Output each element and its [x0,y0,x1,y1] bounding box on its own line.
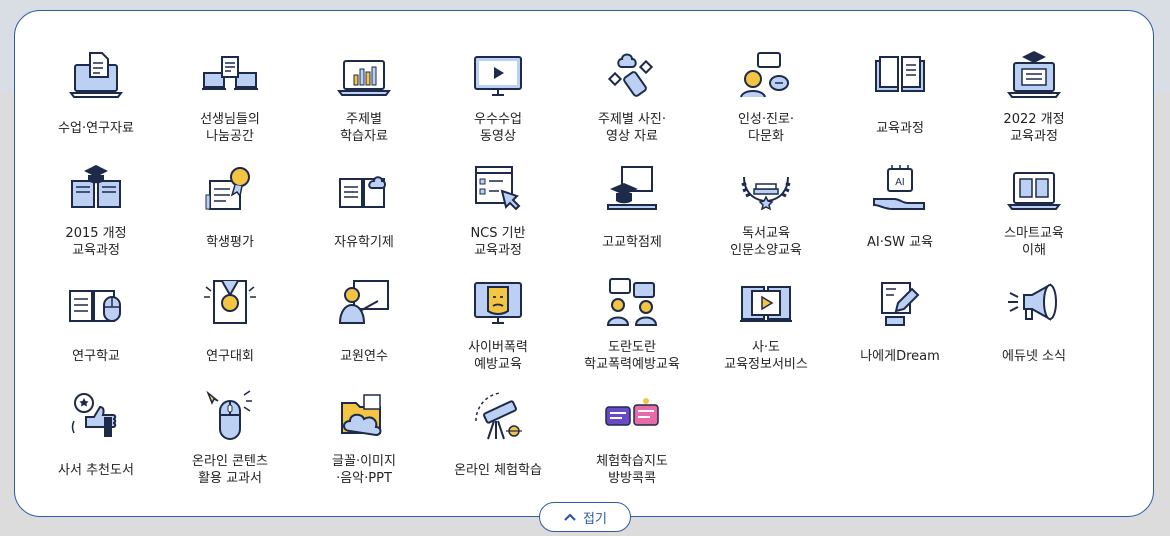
menu-item-label: 에듀넷 소식 [1002,348,1066,364]
ebook-laptop-icon [1007,172,1061,210]
book-mouse-icon [69,290,121,322]
menu-item-label: 주제별 사진· 영상 자료 [597,112,667,144]
chevron-up-icon [564,513,576,521]
menu-item-label: 연구대회 [206,348,254,364]
graduation-book-icon [71,165,121,208]
menu-item-online-field-trip[interactable]: 온라인 체험학습 [431,387,565,501]
computer-mouse-icon [206,390,252,440]
menu-item-label: NCS 기반 교육과정 [470,226,526,258]
menu-item-label: 우수수업 동영상 [474,112,522,144]
menu-item-label: 학생평가 [206,234,254,250]
menu-item-label: 자유학기제 [334,234,394,250]
menu-item-label: 주제별 학습자료 [340,112,388,144]
menu-item-excellent-lesson-video[interactable]: 우수수업 동영상 [431,45,565,159]
menu-item-curriculum[interactable]: 교육과정 [833,45,967,159]
usb-cloud-icon [607,53,654,97]
menu-item-lesson-research[interactable]: 수업·연구자료 [29,45,163,159]
menu-item-label: 2022 개정 교육과정 [1003,112,1065,144]
menu-item-research-contest[interactable]: 연구대회 [163,273,297,387]
menu-item-teacher-training[interactable]: 교원연수 [297,273,431,387]
menu-item-label: 온라인 콘텐츠 활용 교과서 [192,454,268,486]
fold-button[interactable]: 접기 [539,502,631,532]
menu-item-reading-education[interactable]: 독서교육 인문소양교육 [699,159,833,273]
menu-item-fonts-images-music[interactable]: 글꼴·이미지 ·음악·PPT [297,387,431,501]
fold-button-label: 접기 [583,511,607,527]
thumbs-up-star-icon [71,393,117,437]
menu-item-2015-curriculum[interactable]: 2015 개정 교육과정 [29,159,163,273]
menu-item-topic-materials[interactable]: 주제별 학습자료 [297,45,431,159]
laurel-books-icon [741,176,791,211]
menu-item-teacher-sharing[interactable]: 선생님들의 나눔공간 [163,45,297,159]
graduation-laptop-icon [1007,51,1061,98]
graduation-board-icon [607,166,657,210]
person-chat-icon [740,52,789,98]
menu-item-photo-video[interactable]: 주제별 사진· 영상 자료 [565,45,699,159]
menu-item-free-semester[interactable]: 자유학기제 [297,159,431,273]
menu-item-label: 교육과정 [876,120,924,136]
document-laptop-icon [69,52,123,98]
menu-item-label: 연구학교 [72,348,120,364]
megaphone-icon [1008,283,1057,321]
menu-item-student-evaluation[interactable]: 학생평가 [163,159,297,273]
award-badge-icon [205,167,250,210]
menu-item-label: 고교학점제 [602,234,662,250]
laptop-chart-icon [337,60,391,96]
medal-icon [204,280,256,324]
menu-item-label: 사이버폭력 예방교육 [468,340,528,372]
menu-item-label: 체험학습지도 방방콕콕 [596,454,668,486]
menu-item-label: 온라인 체험학습 [454,462,542,478]
menu-item-online-textbook[interactable]: 온라인 콘텐츠 활용 교과서 [163,387,297,501]
ai-chip-hand-icon: AI [873,165,925,210]
menu-item-librarian-recommended[interactable]: 사서 추천도서 [29,387,163,501]
bangbang-logo-icon [605,398,659,426]
menu-item-label: 수업·연구자료 [58,120,134,136]
menu-item-label: 인성·진로· 다문화 [737,112,795,144]
book-cloud-icon [339,176,386,208]
video-monitor-icon [474,56,522,96]
menu-item-sado-info-service[interactable]: 사·도 교육정보서비스 [699,273,833,387]
menu-item-cyber-violence-prevention[interactable]: 사이버폭력 예방교육 [431,273,565,387]
menu-item-smart-education[interactable]: 스마트교육 이해 [967,159,1101,273]
menu-item-label: 교원연수 [340,348,388,364]
service-menu-panel: 수업·연구자료 선생님들의 나눔공간 주제별 학습자료 우수수업 동영상 주제별… [14,10,1154,517]
telescope-icon [475,392,522,440]
menu-item-label: 나에게Dream [860,348,940,364]
menu-item-label: 스마트교육 이해 [1004,226,1064,258]
menu-item-character-career[interactable]: 인성·진로· 다문화 [699,45,833,159]
people-talking-icon [606,278,658,326]
menu-item-label: 2015 개정 교육과정 [65,226,127,258]
open-book-icon [875,56,925,92]
play-book-icon [740,286,792,322]
menu-item-high-school-credit[interactable]: 고교학점제 [565,159,699,273]
menu-item-label: 선생님들의 나눔공간 [200,112,260,144]
menu-item-research-school[interactable]: 연구학교 [29,273,163,387]
gift-hand-icon [881,282,920,326]
menu-item-label: AI·SW 교육 [866,234,934,250]
menu-item-label: 사·도 교육정보서비스 [724,340,808,372]
menu-item-dream[interactable]: 나에게Dream [833,273,967,387]
menu-item-2022-curriculum[interactable]: 2022 개정 교육과정 [967,45,1101,159]
menu-item-ai-sw[interactable]: AI AI·SW 교육 [833,159,967,273]
teacher-board-icon [338,280,389,324]
sad-monitor-icon [474,282,522,324]
menu-item-label: 사서 추천도서 [58,462,134,478]
menu-item-label: 독서교육 인문소양교육 [730,226,802,258]
laptops-sharing-icon [202,56,258,90]
menu-item-edunet-news[interactable]: 에듀넷 소식 [967,273,1101,387]
menu-item-ncs-curriculum[interactable]: NCS 기반 교육과정 [431,159,565,273]
checklist-touch-icon [475,166,521,211]
menu-item-doran-school-violence[interactable]: 도란도란 학교폭력예방교육 [565,273,699,387]
menu-item-bangbang-kokok[interactable]: 체험학습지도 방방콕콕 [565,387,699,501]
menu-item-label: 글꼴·이미지 ·음악·PPT [332,454,396,486]
service-menu-grid: 수업·연구자료 선생님들의 나눔공간 주제별 학습자료 우수수업 동영상 주제별… [29,45,1101,501]
menu-item-label: 도란도란 학교폭력예방교육 [584,340,680,372]
svg-text:AI: AI [895,177,904,188]
folder-cloud-icon [341,394,382,437]
